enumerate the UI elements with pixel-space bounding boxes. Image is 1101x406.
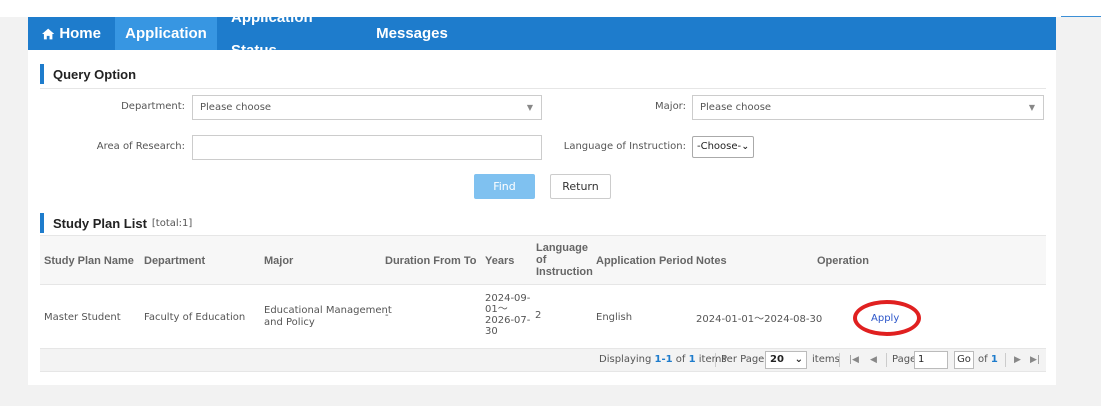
pager-of2: of [978,354,988,365]
section-bar [40,64,44,84]
apply-link[interactable]: Apply [871,313,899,324]
major-select[interactable]: Please choose ▼ [692,95,1044,120]
nav-messages-label: Messages [376,25,448,42]
cell-years-line4: 30 [485,326,498,337]
return-button[interactable]: Return [550,174,611,199]
per-page-items: items [812,354,840,365]
page-input[interactable]: 1 [914,351,948,369]
cell-years-line3: 2026-07- [485,315,531,326]
nav-application-label: Application [125,25,207,42]
nav-home-label: Home [59,25,101,42]
pager-range: 1-1 [654,354,673,365]
pager-separator [1005,353,1006,367]
header-notes: Notes [696,255,727,267]
pager-separator [839,353,840,367]
main-card: Home Application Application Status Mess… [28,9,1056,385]
top-strip [0,0,1101,17]
pager-of: of [675,354,686,365]
language-select-value: -Choose- [697,141,742,152]
study-plan-title: Study Plan List [53,215,147,231]
pagination-bar: Displaying 1-1 of 1 items Per Page 20 ⌄ … [40,348,1046,372]
next-page-icon[interactable]: ▶ [1014,349,1021,371]
chevron-down-icon: ▼ [526,103,533,112]
language-label: Language of Instruction: [563,141,686,152]
header-operation: Operation [817,255,869,267]
chevron-down-icon: ⌄ [794,354,803,365]
pager-displaying: Displaying [599,354,652,365]
pager-separator [715,353,716,367]
header-department: Department [144,255,206,267]
nav-application[interactable]: Application [115,17,217,50]
major-label: Major: [655,101,686,112]
cell-major-line1: Educational Management [264,305,392,316]
chevron-down-icon: ⌄ [741,142,749,152]
per-page-value: 20 [770,354,784,365]
cell-duration: - [385,310,389,321]
research-input[interactable] [192,135,542,160]
pager-pages: 1 [990,354,998,365]
nav-application-status-label: Application Status [231,8,313,59]
go-button[interactable]: Go [954,351,974,369]
cell-major: Educational Management and Policy [264,305,392,329]
pager-summary: Displaying 1-1 of 1 items [599,349,727,371]
major-select-value: Please choose [700,102,772,113]
header-language-line2: of [536,254,547,266]
home-icon [42,28,55,39]
department-select[interactable]: Please choose ▼ [192,95,542,120]
table-header: Study Plan Name Department Major Duratio… [40,235,1046,285]
page-label: Page [892,354,917,365]
top-rule [1061,16,1101,17]
chevron-down-icon: ▼ [1028,103,1035,112]
cell-language-count: 2 [535,310,542,321]
cell-plan-name: Master Student [44,312,121,323]
query-option-title: Query Option [53,66,137,82]
header-plan-name: Study Plan Name [44,255,134,267]
last-page-icon[interactable]: ▶| [1030,349,1040,371]
cell-years-line1: 2024-09- [485,293,531,304]
cell-period: 2024-01-01～2024-08-30 [696,314,823,325]
page-input-value: 1 [918,354,925,365]
study-plan-heading: Study Plan List [total:1] [40,213,192,233]
per-page-label: Per Page [721,354,765,365]
cell-years-line2: 01～ [485,304,508,315]
top-navbar: Home Application Application Status Mess… [28,9,1056,59]
cell-major-line2: and Policy [264,317,315,328]
cell-years: 2024-09- 01～ 2026-07- 30 [485,293,530,337]
nav-messages[interactable]: Messages [367,17,457,50]
language-select[interactable]: -Choose- ⌄ [692,136,754,158]
cell-language: English [596,312,633,323]
header-period: Application Period [596,255,694,267]
pager-separator [886,353,887,367]
header-language-line3: Instruction [536,266,593,278]
study-plan-total: [total:1] [151,217,193,229]
department-label: Department: [121,101,185,112]
nav-application-status[interactable]: Application Status [217,9,367,59]
prev-page-icon[interactable]: ◀ [870,349,877,371]
per-page-select[interactable]: 20 ⌄ [765,351,807,369]
nav-home[interactable]: Home [28,17,115,50]
section-bar [40,213,44,233]
pages-of: of 1 [978,349,998,371]
header-years: Years [485,255,515,267]
query-divider [40,88,1046,89]
query-option-heading: Query Option [40,64,136,84]
header-language-line1: Language [536,242,588,254]
header-major: Major [264,255,294,267]
first-page-icon[interactable]: |◀ [849,349,859,371]
find-button[interactable]: Find [474,174,535,199]
department-select-value: Please choose [200,102,272,113]
research-label: Area of Research: [96,141,185,152]
pager-total: 1 [688,354,696,365]
header-duration: Duration From To [385,255,477,267]
header-language: Language of Instruction [536,242,593,278]
cell-department: Faculty of Education [144,312,246,323]
